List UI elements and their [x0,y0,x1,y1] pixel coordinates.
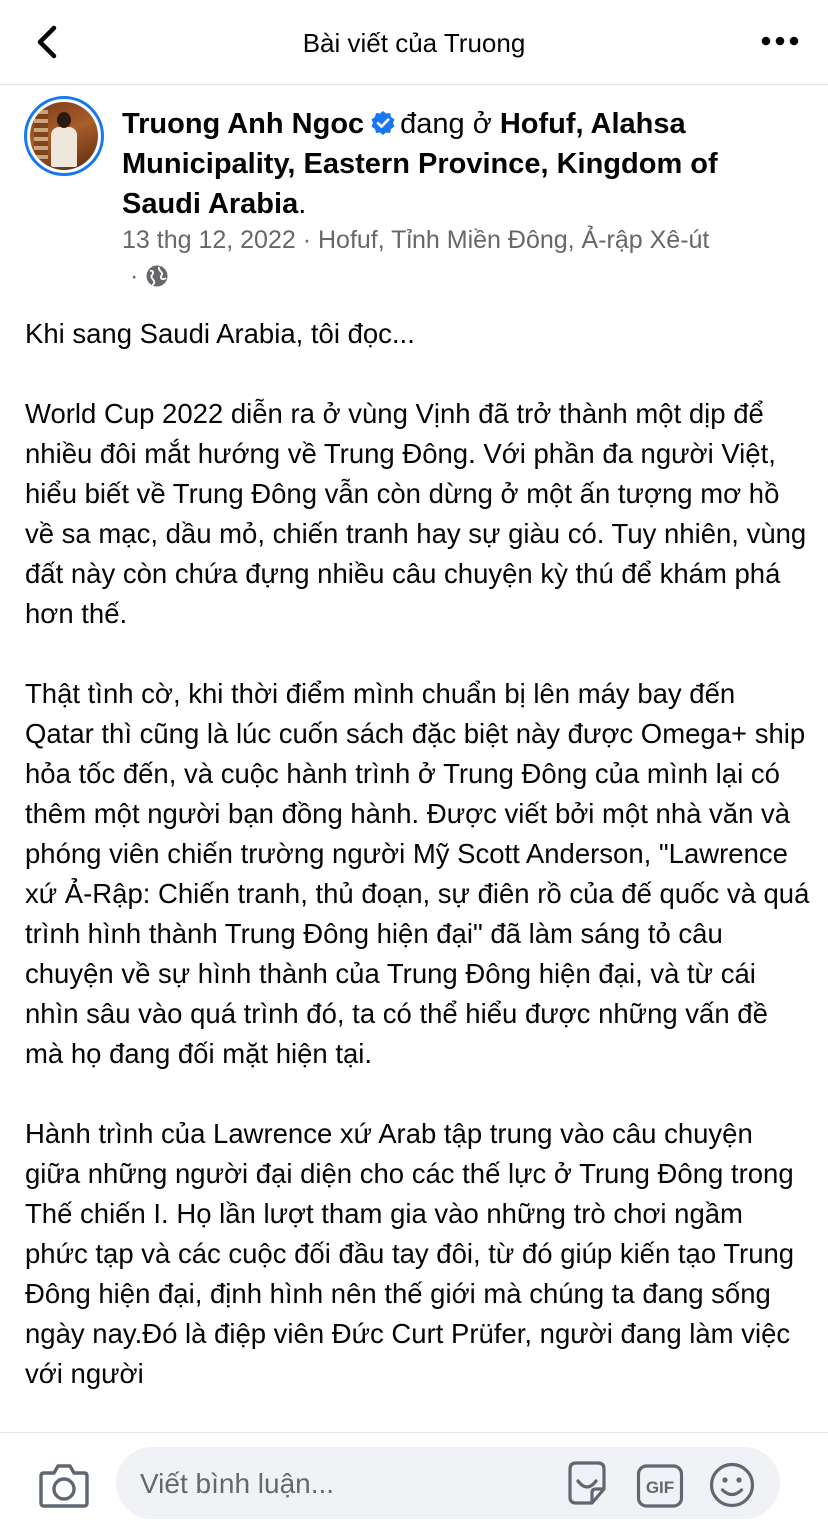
more-options-button[interactable] [760,30,800,52]
page-title: Bài viết của Truong [302,28,526,58]
verified-badge-icon [371,111,395,135]
sticker-icon [568,1461,606,1505]
post-body: Khi sang Saudi Arabia, tôi đọc... World … [25,314,810,1434]
globe-icon [146,265,168,287]
location-end: . [298,188,307,220]
author-name[interactable]: Truong Anh Ngoc [122,108,364,140]
post-paragraph: World Cup 2022 diễn ra ở vùng Vịnh đã tr… [25,398,807,629]
meta-separator: · [130,262,139,290]
camera-button[interactable] [38,1463,90,1509]
post-date-location[interactable]: 13 thg 12, 2022 · Hofuf, Tỉnh Miền Đông,… [122,226,709,254]
sticker-button[interactable] [562,1459,612,1511]
post-meta: 13 thg 12, 2022 · Hofuf, Tỉnh Miền Đông,… [122,222,802,294]
svg-text:GIF: GIF [646,1478,674,1497]
post-paragraph: Khi sang Saudi Arabia, tôi đọc... [25,318,415,349]
status-prefix: đang ở [400,108,492,140]
post-paragraph: Thật tình cờ, khi thời điểm mình chuẩn b… [25,678,810,1069]
gif-button[interactable]: GIF [636,1463,684,1509]
more-horizontal-icon [761,36,799,46]
comment-composer: GIF [0,1432,828,1534]
post-header: Truong Anh Ngoc đang ở Hofuf, Alahsa Mun… [122,104,802,224]
author-avatar[interactable] [24,96,104,176]
avatar-photo [30,102,98,170]
emoji-button[interactable] [708,1461,756,1509]
comment-input[interactable] [138,1461,542,1507]
camera-icon [39,1464,89,1508]
gif-icon: GIF [636,1464,684,1508]
top-navigation-bar: Bài viết của Truong [0,0,828,85]
post-paragraph: Hành trình của Lawrence xứ Arab tập trun… [25,1118,795,1389]
emoji-icon [709,1462,755,1508]
